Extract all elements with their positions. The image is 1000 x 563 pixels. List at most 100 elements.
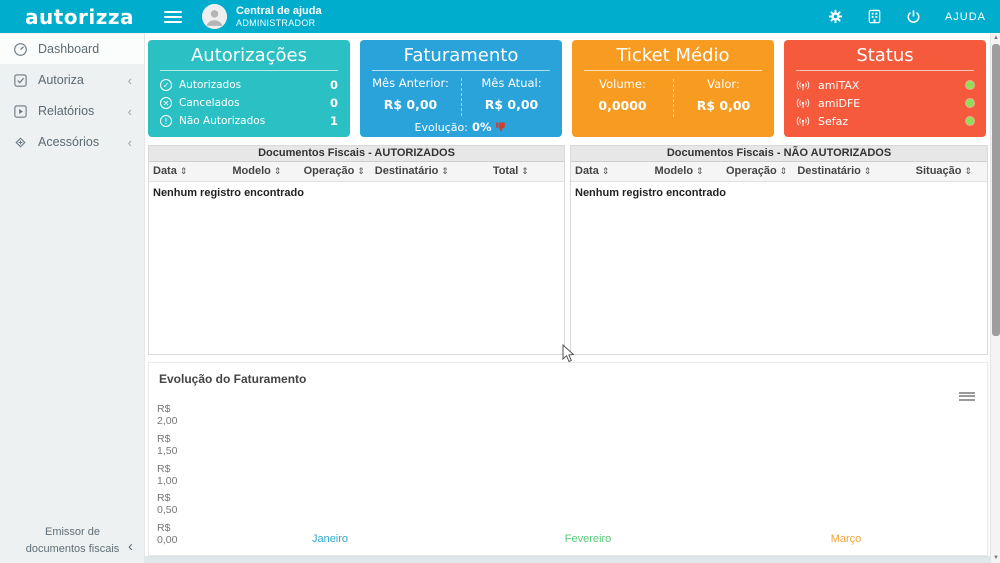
table-header-row: Data⇕ Modelo⇕ Operação⇕ Destinatário⇕ To… bbox=[149, 162, 564, 182]
column-header-destinatario[interactable]: Destinatário⇕ bbox=[375, 165, 493, 177]
card-title: Faturamento bbox=[360, 40, 562, 66]
gear-icon bbox=[828, 9, 843, 24]
chevron-left-icon: ‹ bbox=[128, 135, 132, 150]
help-center-menu[interactable]: Central de ajuda ADMINISTRADOR bbox=[236, 5, 322, 28]
card-faturamento: Faturamento Mês Anterior: R$ 0,00 Mês At… bbox=[360, 40, 562, 137]
vertical-scrollbar[interactable]: ▲ ▼ bbox=[990, 33, 1000, 563]
evolucao-label: Evolução: bbox=[415, 121, 468, 134]
sidebar-item-dashboard[interactable]: Dashboard bbox=[0, 34, 144, 64]
status-row-amidfe: amiDFE bbox=[784, 94, 986, 112]
summary-cards-row: Autorizações ✓ Autorizados 0 ✕ Cancelado… bbox=[148, 40, 986, 137]
y-tick-label: R$ 2,00 bbox=[157, 403, 177, 427]
user-avatar[interactable] bbox=[202, 4, 227, 29]
gauge-icon bbox=[13, 42, 28, 57]
sidebar-footer: Emissor de documentos fiscais ‹ bbox=[0, 524, 145, 557]
table-autorizados: Documentos Fiscais - AUTORIZADOS Data⇕ M… bbox=[148, 145, 565, 355]
card-title: Status bbox=[784, 40, 986, 66]
card-title: Autorizações bbox=[148, 40, 350, 66]
column-header-situacao[interactable]: Situação⇕ bbox=[916, 165, 983, 177]
card-title: Ticket Médio bbox=[572, 40, 774, 66]
sidebar-item-label: Autoriza bbox=[38, 73, 84, 87]
sidebar-item-label: Acessórios bbox=[38, 135, 99, 149]
x-tick-janeiro: Janeiro bbox=[201, 533, 459, 545]
sort-icon: ⇕ bbox=[965, 166, 973, 176]
mes-anterior-label: Mês Anterior: bbox=[360, 76, 461, 90]
sort-icon: ⇕ bbox=[696, 166, 704, 176]
sort-icon: ⇕ bbox=[357, 166, 365, 176]
user-role-label: ADMINISTRADOR bbox=[236, 18, 322, 28]
column-header-data[interactable]: Data⇕ bbox=[575, 165, 655, 177]
card-ticket-medio: Ticket Médio Volume: 0,0000 Valor: R$ 0,… bbox=[572, 40, 774, 137]
column-header-operacao[interactable]: Operação⇕ bbox=[726, 165, 797, 177]
status-label: amiTAX bbox=[818, 79, 859, 92]
column-header-destinatario[interactable]: Destinatário⇕ bbox=[797, 165, 915, 177]
chart-menu-icon[interactable] bbox=[959, 390, 975, 402]
sidebar-item-autoriza[interactable]: Autoriza ‹ bbox=[0, 65, 144, 95]
empty-table-message: Nenhum registro encontrado bbox=[149, 182, 564, 204]
chevron-left-icon: ‹ bbox=[128, 73, 132, 88]
faturamento-columns: Mês Anterior: R$ 0,00 Mês Atual: R$ 0,00 bbox=[360, 76, 562, 112]
settings-button[interactable] bbox=[828, 9, 843, 24]
scroll-down-arrow-icon[interactable]: ▼ bbox=[991, 553, 1000, 563]
sort-icon: ⇕ bbox=[602, 166, 610, 176]
sidebar-toggle-icon[interactable] bbox=[164, 8, 182, 26]
volume-value: 0,0000 bbox=[572, 98, 673, 113]
status-label: amiDFE bbox=[818, 97, 860, 110]
sidebar-item-relatorios[interactable]: Relatórios ‹ bbox=[0, 96, 144, 126]
chart-title: Evolução do Faturamento bbox=[149, 363, 987, 386]
row-label: Cancelados bbox=[179, 97, 240, 109]
column-header-modelo[interactable]: Modelo⇕ bbox=[655, 165, 726, 177]
x-tick-marco: Março bbox=[717, 533, 975, 545]
mes-atual-value: R$ 0,00 bbox=[461, 97, 562, 112]
mouse-cursor bbox=[562, 344, 576, 364]
sidebar-item-acessorios[interactable]: Acessórios ‹ bbox=[0, 127, 144, 157]
logout-button[interactable] bbox=[906, 9, 921, 24]
x-axis-labels: Janeiro Fevereiro Março bbox=[201, 533, 975, 545]
sort-icon: ⇕ bbox=[521, 166, 529, 176]
broadcast-icon bbox=[796, 115, 810, 127]
table-title: Documentos Fiscais - NÃO AUTORIZADOS bbox=[571, 146, 987, 162]
ajuda-link[interactable]: AJUDA bbox=[945, 11, 986, 23]
scroll-up-arrow-icon[interactable]: ▲ bbox=[991, 33, 1000, 43]
sort-icon: ⇕ bbox=[864, 166, 872, 176]
sidebar-footer-line2: documentos fiscais bbox=[0, 541, 145, 558]
app-logo: autorizza bbox=[25, 5, 134, 29]
column-header-operacao[interactable]: Operação⇕ bbox=[304, 165, 375, 177]
sort-icon: ⇕ bbox=[441, 166, 449, 176]
alert-circle-icon: ! bbox=[160, 115, 172, 127]
cancelados-row: ✕ Cancelados 0 bbox=[148, 94, 350, 112]
sidebar-item-label: Relatórios bbox=[38, 104, 94, 118]
online-status-dot bbox=[966, 81, 974, 89]
row-value: 1 bbox=[330, 114, 338, 128]
sort-icon: ⇕ bbox=[780, 166, 788, 176]
card-autorizacoes: Autorizações ✓ Autorizados 0 ✕ Cancelado… bbox=[148, 40, 350, 137]
chart-evolucao-faturamento: Evolução do Faturamento R$ 2,00 R$ 1,50 … bbox=[148, 362, 988, 556]
y-tick-label: R$ 1,50 bbox=[157, 433, 177, 457]
sidebar-item-label: Dashboard bbox=[38, 42, 99, 56]
row-label: Não Autorizados bbox=[179, 115, 265, 127]
thumbs-down-icon bbox=[495, 121, 507, 133]
collapse-sidebar-icon[interactable]: ‹ bbox=[128, 536, 133, 559]
broadcast-icon bbox=[796, 79, 810, 91]
online-status-dot bbox=[966, 99, 974, 107]
card-status: Status amiTAX amiDFE bbox=[784, 40, 986, 137]
row-value: 0 bbox=[330, 96, 338, 110]
valor-label: Valor: bbox=[673, 77, 774, 91]
column-header-modelo[interactable]: Modelo⇕ bbox=[232, 165, 303, 177]
column-header-data[interactable]: Data⇕ bbox=[153, 165, 232, 177]
row-label: Autorizados bbox=[179, 79, 241, 91]
power-icon bbox=[906, 9, 921, 24]
valor-value: R$ 0,00 bbox=[673, 98, 774, 113]
person-icon bbox=[202, 4, 227, 29]
evolucao-row: Evolução: 0% bbox=[360, 120, 562, 134]
scrollbar-thumb[interactable] bbox=[992, 44, 1000, 336]
company-button[interactable] bbox=[867, 9, 882, 24]
chevron-left-icon: ‹ bbox=[128, 104, 132, 119]
table-title: Documentos Fiscais - AUTORIZADOS bbox=[149, 146, 564, 162]
column-header-total[interactable]: Total⇕ bbox=[493, 165, 560, 177]
autorizados-row: ✓ Autorizados 0 bbox=[148, 76, 350, 94]
nao-autorizados-row: ! Não Autorizados 1 bbox=[148, 112, 350, 130]
online-status-dot bbox=[966, 117, 974, 125]
sidebar: Dashboard Autoriza ‹ Relatórios ‹ Acessó… bbox=[0, 33, 145, 563]
empty-table-message: Nenhum registro encontrado bbox=[571, 182, 987, 204]
